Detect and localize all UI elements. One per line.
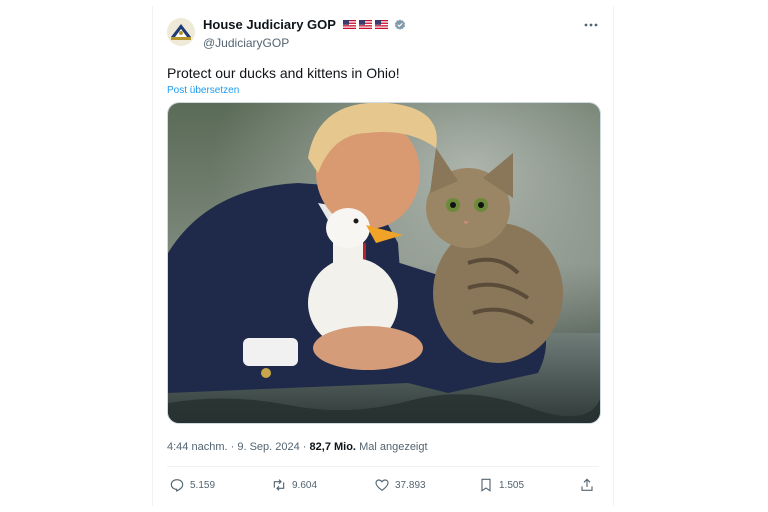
account-handle[interactable]: @JudiciaryGOP [203, 36, 289, 50]
meta-separator: · [230, 441, 235, 453]
tweet-text: Protect our ducks and kittens in Ohio! [167, 65, 400, 81]
repost-button[interactable]: 9.604 [271, 477, 317, 493]
judiciary-logo-icon [167, 18, 195, 46]
views-label: Mal angezeigt [359, 441, 428, 453]
tweet-date[interactable]: 9. Sep. 2024 [237, 441, 299, 453]
heart-icon [375, 479, 389, 492]
reply-count: 5.159 [190, 479, 216, 491]
share-icon [581, 478, 593, 491]
like-count: 37.893 [395, 479, 426, 491]
tweet-image[interactable] [167, 102, 601, 424]
avatar[interactable] [167, 18, 195, 46]
divider [167, 466, 599, 467]
bookmark-count: 1.505 [499, 479, 525, 491]
photo-illustration [168, 103, 600, 423]
repost-count: 9.604 [292, 479, 318, 491]
action-bar: 5.159 9.604 37.893 1.505 [167, 472, 603, 498]
reply-icon [170, 479, 184, 492]
translate-link[interactable]: Post übersetzen [167, 85, 239, 96]
flags [342, 20, 388, 29]
more-options-icon[interactable] [583, 20, 599, 30]
verified-badge-icon [394, 19, 406, 30]
meta-separator: · [302, 441, 307, 453]
like-button[interactable]: 37.893 [374, 477, 426, 493]
us-flag-icon [342, 20, 356, 29]
tweet-meta: 4:44 nachm. · 9. Sep. 2024 · 82,7 Mio. M… [167, 441, 428, 453]
tweet-time[interactable]: 4:44 nachm. [167, 441, 228, 453]
views-count: 82,7 Mio. [309, 441, 356, 453]
name-row: House Judiciary GOP [203, 17, 406, 32]
share-button[interactable] [579, 477, 595, 493]
us-flag-icon [374, 20, 388, 29]
bookmark-icon [481, 478, 491, 492]
reply-button[interactable]: 5.159 [169, 477, 215, 493]
us-flag-icon [358, 20, 372, 29]
bookmark-button[interactable]: 1.505 [478, 477, 524, 493]
tweet-card: House Judiciary GOP @JudiciaryGOP Protec… [152, 6, 614, 506]
account-name[interactable]: House Judiciary GOP [203, 17, 336, 32]
repost-icon [273, 479, 285, 491]
